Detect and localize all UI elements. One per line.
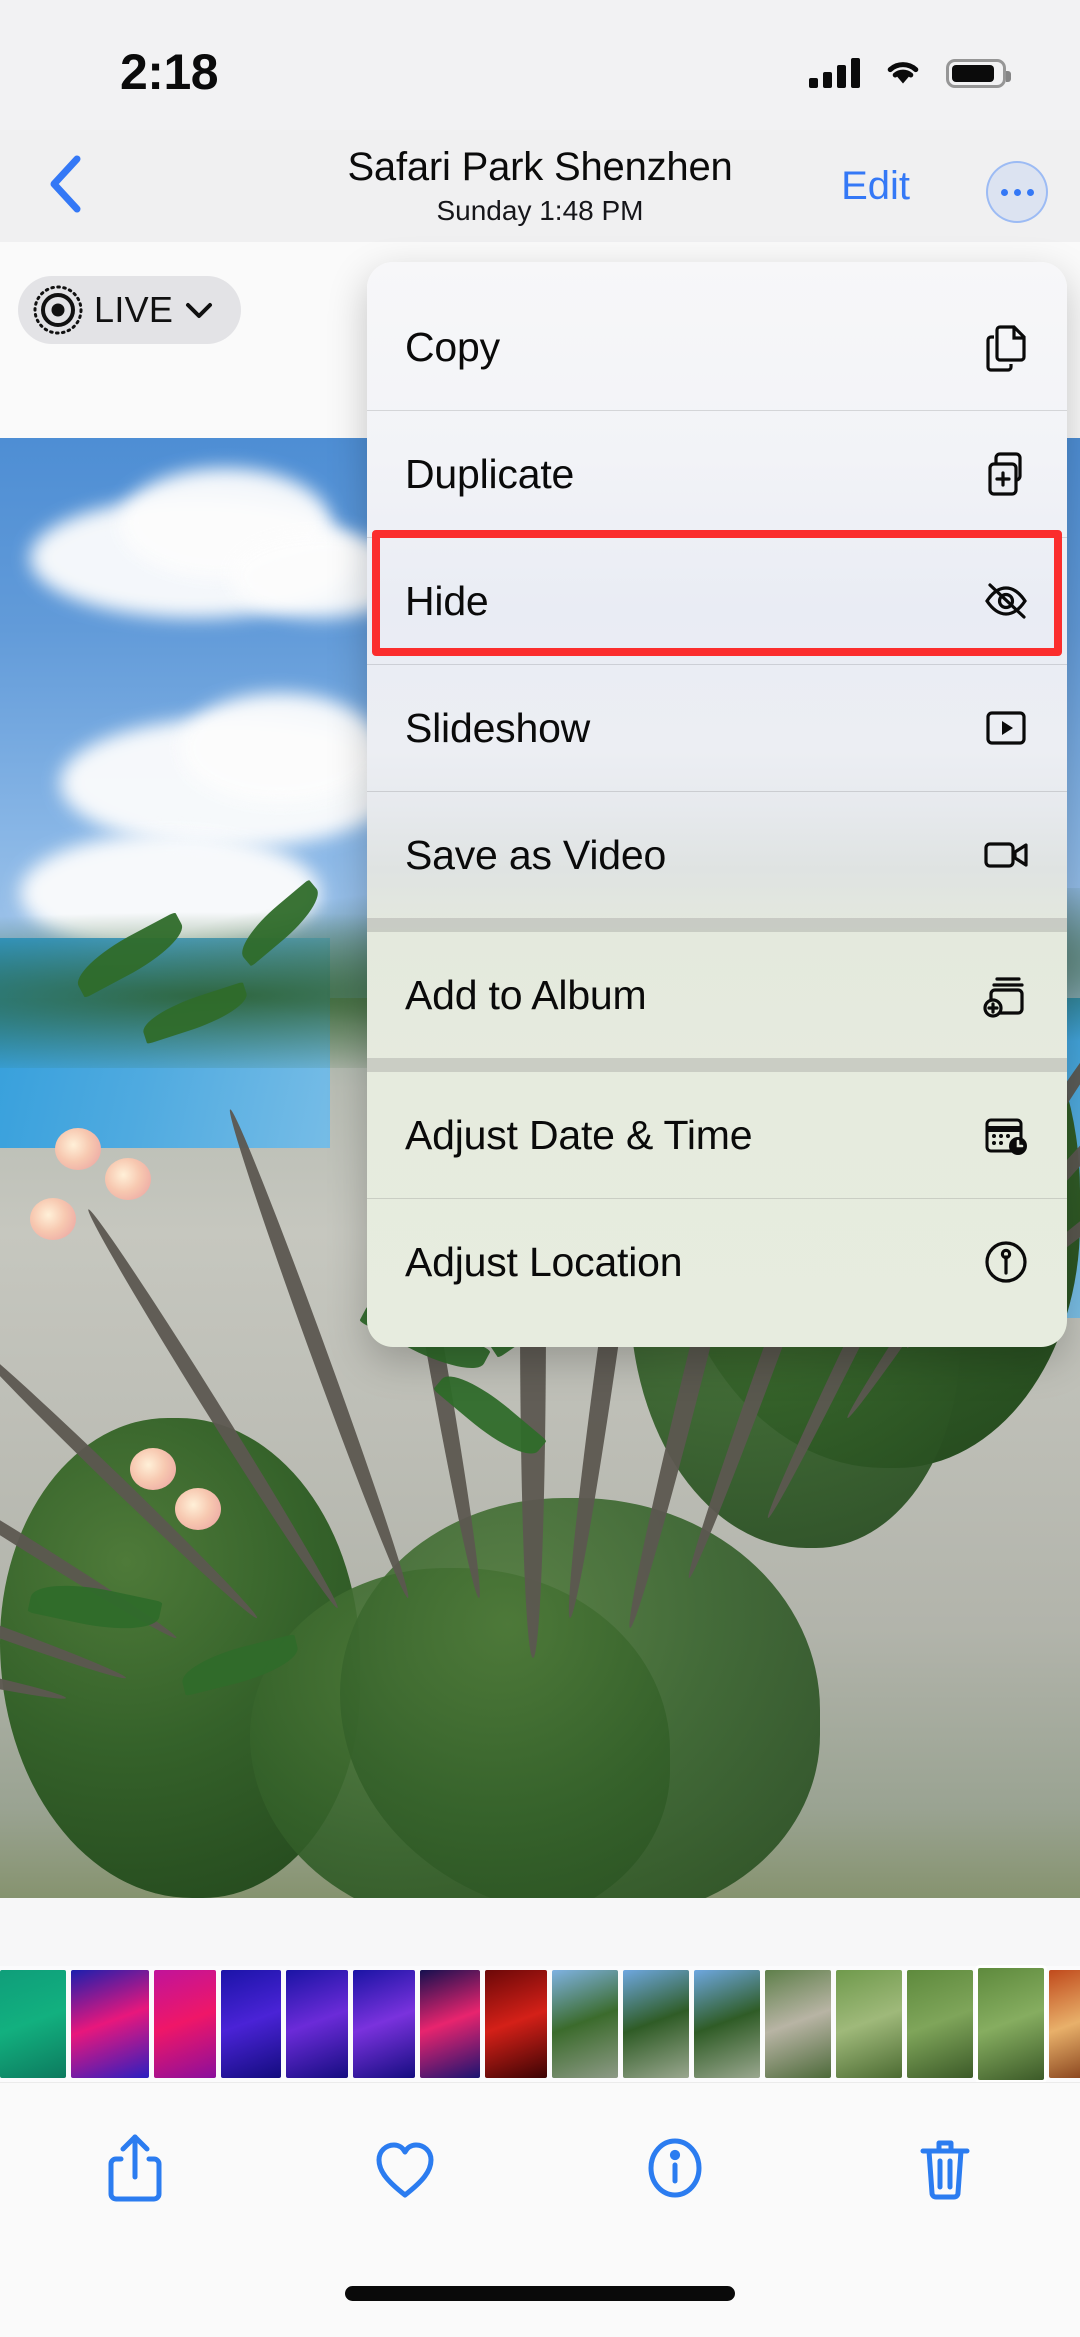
- live-photo-icon: [32, 284, 84, 336]
- filmstrip-thumbnail[interactable]: [694, 1970, 760, 2078]
- location-pin-circle-icon: [979, 1235, 1033, 1289]
- filmstrip-thumbnail[interactable]: [836, 1970, 902, 2078]
- filmstrip-thumbnail[interactable]: [0, 1970, 66, 2078]
- filmstrip-thumbnail[interactable]: [1049, 1970, 1080, 2078]
- menu-item-adjust-location[interactable]: Adjust Location: [367, 1199, 1067, 1325]
- status-bar-time: 2:18: [120, 43, 218, 101]
- menu-item-label: Duplicate: [405, 451, 574, 498]
- favorite-button[interactable]: [345, 2115, 465, 2225]
- heart-icon: [373, 2131, 437, 2210]
- menu-item-label: Hide: [405, 578, 489, 625]
- live-photo-label: LIVE: [94, 289, 173, 331]
- status-bar-icons: [809, 55, 1006, 92]
- filmstrip-thumbnail[interactable]: [353, 1970, 415, 2078]
- video-camera-icon: [979, 828, 1033, 882]
- filmstrip-thumbnail[interactable]: [623, 1970, 689, 2078]
- menu-item-label: Adjust Date & Time: [405, 1112, 752, 1159]
- home-indicator[interactable]: [345, 2286, 735, 2301]
- status-bar: 2:18: [0, 0, 1080, 130]
- filmstrip-thumbnail[interactable]: [154, 1970, 216, 2078]
- chevron-down-icon: [183, 294, 215, 326]
- menu-item-label: Copy: [405, 324, 500, 371]
- filmstrip-thumbnail[interactable]: [286, 1970, 348, 2078]
- calendar-clock-icon: [979, 1108, 1033, 1162]
- eye-slash-icon: [979, 574, 1033, 628]
- copy-icon: [979, 320, 1033, 374]
- share-icon: [103, 2131, 167, 2210]
- duplicate-icon: [979, 447, 1033, 501]
- live-photo-badge[interactable]: LIVE: [18, 276, 241, 344]
- filmstrip-thumbnail[interactable]: [485, 1970, 547, 2078]
- battery-icon: [946, 59, 1006, 88]
- edit-button[interactable]: Edit: [841, 130, 910, 242]
- info-button[interactable]: [615, 2115, 735, 2225]
- menu-section-divider: [367, 1058, 1067, 1072]
- menu-item-add-to-album[interactable]: Add to Album: [367, 932, 1067, 1058]
- menu-item-label: Add to Album: [405, 972, 646, 1019]
- page-title: Safari Park Shenzhen: [347, 146, 732, 188]
- chevron-left-icon: [44, 154, 90, 219]
- menu-item-label: Slideshow: [405, 705, 590, 752]
- filmstrip-thumbnail[interactable]: [907, 1970, 973, 2078]
- wifi-icon: [882, 55, 924, 92]
- menu-item-duplicate[interactable]: Duplicate: [367, 411, 1067, 537]
- ellipsis-circle-icon[interactable]: [986, 161, 1048, 223]
- filmstrip-thumbnail[interactable]: [420, 1970, 480, 2078]
- menu-item-hide[interactable]: Hide: [367, 538, 1067, 664]
- trash-icon: [913, 2131, 977, 2210]
- cellular-signal-icon: [809, 58, 860, 88]
- filmstrip-thumbnail[interactable]: [552, 1970, 618, 2078]
- delete-button[interactable]: [885, 2115, 1005, 2225]
- info-circle-icon: [643, 2131, 707, 2210]
- filmstrip-thumbnail[interactable]: [221, 1970, 281, 2078]
- filmstrip-thumbnail[interactable]: [978, 1968, 1044, 2080]
- filmstrip-thumbnail[interactable]: [71, 1970, 149, 2078]
- menu-item-adjust-date-time[interactable]: Adjust Date & Time: [367, 1072, 1067, 1198]
- share-button[interactable]: [75, 2115, 195, 2225]
- add-to-album-icon: [979, 968, 1033, 1022]
- navigation-bar: Safari Park Shenzhen Sunday 1:48 PM Edit: [0, 130, 1080, 242]
- menu-item-label: Save as Video: [405, 832, 666, 879]
- menu-item-copy[interactable]: Copy: [367, 284, 1067, 410]
- page-subtitle: Sunday 1:48 PM: [436, 195, 643, 227]
- menu-item-save-as-video[interactable]: Save as Video: [367, 792, 1067, 918]
- context-menu[interactable]: Copy Duplicate: [367, 262, 1067, 1347]
- back-button[interactable]: [22, 130, 112, 242]
- menu-item-label: Adjust Location: [405, 1239, 682, 1286]
- nav-title-block: Safari Park Shenzhen Sunday 1:48 PM: [0, 130, 1080, 242]
- filmstrip-thumbnail[interactable]: [765, 1970, 831, 2078]
- photo-filmstrip[interactable]: [0, 1966, 1080, 2082]
- menu-section-divider: [367, 918, 1067, 932]
- menu-item-slideshow[interactable]: Slideshow: [367, 665, 1067, 791]
- bottom-toolbar: [0, 2082, 1080, 2258]
- play-rectangle-icon: [979, 701, 1033, 755]
